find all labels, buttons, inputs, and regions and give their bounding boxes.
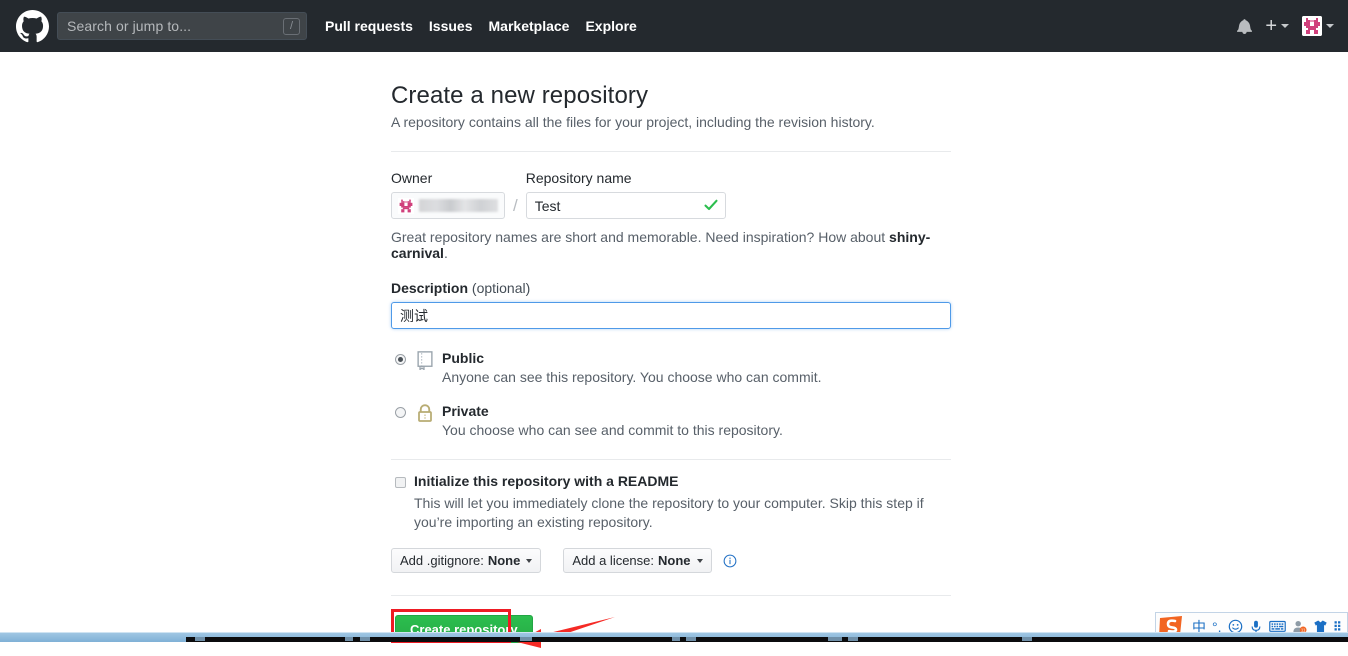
owner-field-group: Owner bbox=[391, 170, 505, 219]
description-label: Description (optional) bbox=[391, 280, 951, 296]
readme-description: This will let you immediately clone the … bbox=[414, 495, 924, 530]
book-icon bbox=[415, 350, 435, 371]
license-dropdown[interactable]: Add a license: None bbox=[563, 548, 712, 573]
chevron-down-icon bbox=[1326, 24, 1334, 28]
repository-name-hint: Great repository names are short and mem… bbox=[391, 229, 951, 261]
visibility-private-title: Private bbox=[442, 403, 489, 419]
owner-identicon-icon bbox=[398, 197, 414, 214]
taskbar-item[interactable] bbox=[848, 637, 858, 641]
create-repository-zone: Create repository bbox=[391, 609, 951, 649]
repository-name-label: Repository name bbox=[525, 170, 632, 186]
repository-name-input[interactable] bbox=[525, 192, 726, 219]
visibility-public-desc: Anyone can see this repository. You choo… bbox=[442, 369, 822, 385]
hint-text-before: Great repository names are short and mem… bbox=[391, 229, 890, 245]
new-repository-form: Create a new repository A repository con… bbox=[391, 82, 951, 649]
taskbar-item[interactable] bbox=[1022, 637, 1032, 641]
hint-text-after: . bbox=[443, 245, 448, 261]
readme-option-group: Initialize this repository with a README… bbox=[391, 474, 951, 532]
description-label-optional: (optional) bbox=[471, 280, 531, 296]
nav-explore[interactable]: Explore bbox=[585, 18, 636, 34]
owner-name-separator: / bbox=[513, 196, 518, 215]
page-body: Create a new repository A repository con… bbox=[0, 52, 1348, 648]
search-shortcut-key: / bbox=[283, 17, 300, 35]
visibility-public-title: Public bbox=[442, 350, 485, 366]
owner-label: Owner bbox=[391, 170, 433, 186]
taskbar-item[interactable] bbox=[345, 637, 353, 641]
taskbar-item[interactable] bbox=[195, 637, 205, 641]
divider bbox=[391, 459, 951, 460]
divider bbox=[391, 151, 951, 152]
avatar bbox=[1302, 16, 1322, 36]
radio-private[interactable] bbox=[395, 407, 406, 418]
taskbar-item[interactable] bbox=[520, 637, 532, 641]
header-right-group: + bbox=[1237, 0, 1334, 52]
owner-and-name-row: Owner / Repository name Test bbox=[391, 170, 951, 219]
readme-option[interactable]: Initialize this repository with a README bbox=[391, 474, 951, 489]
info-icon[interactable] bbox=[723, 554, 737, 568]
create-new-menu[interactable]: + bbox=[1265, 15, 1289, 37]
license-value: None bbox=[658, 553, 691, 568]
owner-select[interactable] bbox=[391, 192, 505, 219]
page-subtitle: A repository contains all the files for … bbox=[391, 114, 875, 130]
license-prefix: Add a license: bbox=[572, 553, 655, 568]
divider bbox=[391, 595, 951, 596]
search-input[interactable]: Search or jump to... / bbox=[57, 12, 307, 40]
taskbar-item[interactable] bbox=[828, 637, 842, 641]
lock-icon bbox=[415, 403, 435, 423]
description-input[interactable] bbox=[391, 302, 951, 329]
checkbox-initialize-readme[interactable] bbox=[395, 477, 406, 488]
gitignore-prefix: Add .gitignore: bbox=[400, 553, 484, 568]
nav-marketplace[interactable]: Marketplace bbox=[489, 18, 570, 34]
description-label-strong: Description bbox=[391, 280, 469, 296]
chevron-down-icon bbox=[526, 558, 533, 563]
readme-title: Initialize this repository with a README bbox=[414, 473, 679, 489]
gitignore-dropdown[interactable]: Add .gitignore: None bbox=[391, 548, 542, 573]
owner-name-redacted bbox=[419, 199, 498, 212]
search-placeholder: Search or jump to... bbox=[67, 18, 192, 34]
visibility-options: Public Anyone can see this repository. Y… bbox=[391, 350, 951, 438]
radio-public[interactable] bbox=[395, 354, 406, 365]
chevron-down-icon bbox=[1281, 24, 1289, 28]
visibility-option-private[interactable]: Private You choose who can see and commi… bbox=[391, 403, 951, 438]
nav-pull-requests[interactable]: Pull requests bbox=[325, 18, 413, 34]
taskbar-item[interactable] bbox=[360, 637, 370, 641]
chevron-down-icon bbox=[696, 558, 703, 563]
gitignore-value: None bbox=[487, 553, 521, 568]
taskbar-item[interactable] bbox=[686, 637, 696, 641]
github-mark-icon[interactable] bbox=[16, 9, 49, 43]
repository-name-field-group: Repository name bbox=[525, 170, 726, 219]
plus-icon: + bbox=[1265, 15, 1277, 37]
header-nav: Pull requests Issues Marketplace Explore bbox=[325, 18, 637, 34]
global-header: Search or jump to... / Pull requests Iss… bbox=[0, 0, 1348, 52]
taskbar-item[interactable] bbox=[672, 637, 680, 641]
visibility-private-desc: You choose who can see and commit to thi… bbox=[442, 422, 783, 438]
page-title: Create a new repository bbox=[391, 82, 649, 109]
nav-issues[interactable]: Issues bbox=[429, 18, 473, 34]
template-dropdowns-row: Add .gitignore: None Add a license: None bbox=[391, 548, 951, 573]
windows-taskbar[interactable] bbox=[0, 632, 1348, 642]
account-menu[interactable] bbox=[1302, 16, 1334, 36]
visibility-option-public[interactable]: Public Anyone can see this repository. Y… bbox=[391, 350, 951, 385]
bell-icon[interactable] bbox=[1237, 18, 1253, 35]
check-icon bbox=[703, 197, 719, 213]
